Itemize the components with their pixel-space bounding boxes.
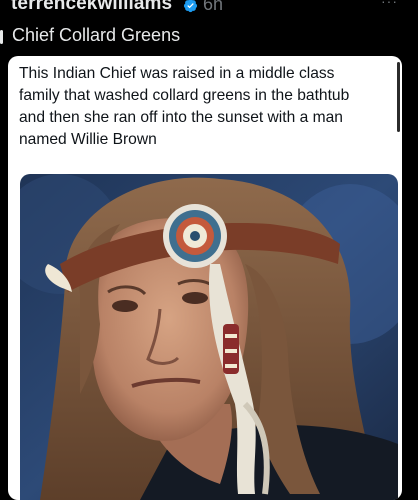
more-options-icon[interactable]: ···: [381, 0, 398, 8]
scrollbar[interactable]: [397, 62, 400, 132]
note-line: family that washed collard greens in the…: [19, 87, 350, 104]
note-line: named Willie Brown: [19, 131, 157, 148]
thread-indicator: [0, 30, 3, 44]
post-time[interactable]: 6h: [203, 0, 223, 15]
note-line: and then she ran off into the sunset wit…: [19, 109, 343, 126]
post-header: terrencekwilliams 6h ···: [0, 0, 418, 22]
verified-badge-icon: [183, 0, 198, 13]
post-photo[interactable]: [20, 174, 398, 500]
photo-illustration: [20, 174, 398, 500]
note-text: This Indian Chief was raised in a middle…: [19, 63, 399, 151]
post-text: Chief Collard Greens: [12, 25, 181, 45]
note-line: This Indian Chief was raised in a middle…: [19, 65, 335, 82]
username[interactable]: terrencekwilliams: [11, 0, 172, 15]
embedded-note-card[interactable]: This Indian Chief was raised in a middle…: [8, 56, 402, 500]
